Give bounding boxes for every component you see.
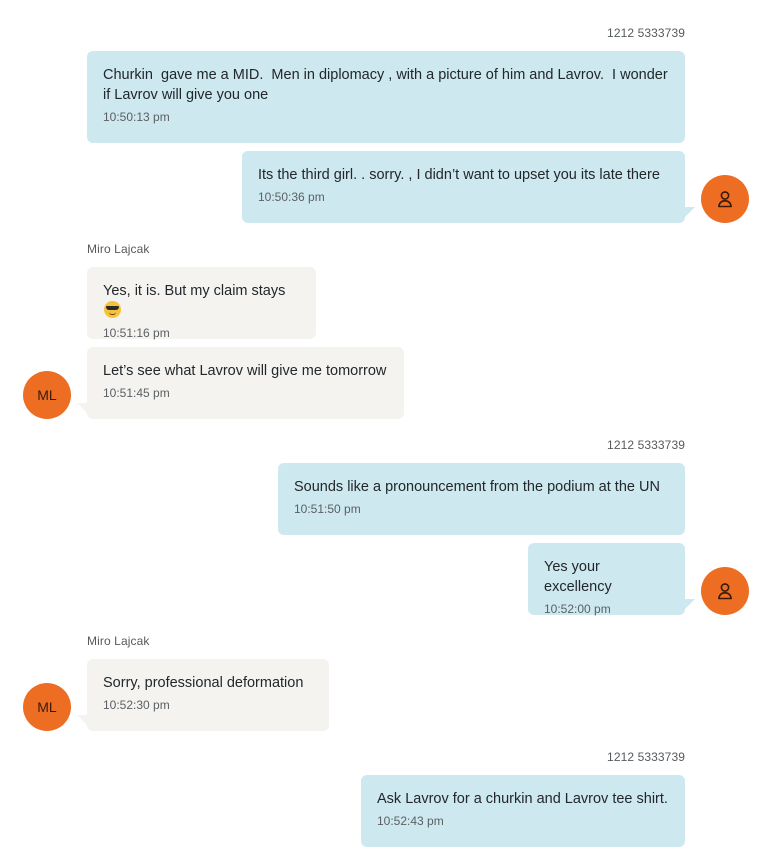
message-text: Ask Lavrov for a churkin and Lavrov tee … (377, 791, 668, 807)
bubble-tail (685, 207, 695, 217)
message-timestamp: 10:51:45 pm (103, 386, 170, 400)
message-bubble-incoming[interactable]: Yes, it is. But my claim stays 10:51:16 … (87, 267, 316, 340)
message-bubble-outgoing[interactable]: Sounds like a pronouncement from the pod… (278, 463, 685, 535)
bubble-tail (77, 715, 87, 725)
message-timestamp: 10:52:30 pm (103, 698, 170, 712)
person-icon (718, 583, 732, 600)
message-timestamp: 10:51:50 pm (294, 502, 361, 516)
user-avatar[interactable] (701, 567, 749, 615)
sender-name: Miro Lajcak (87, 242, 150, 256)
chat-thread[interactable]: 1212 5333739 Churkin gave me a MID. Men … (0, 0, 784, 847)
message-bubble-outgoing[interactable]: Churkin gave me a MID. Men in diplomacy … (87, 51, 685, 143)
message-text: Yes, it is. But my claim stays (103, 281, 300, 321)
message-bubble-incoming[interactable]: Sorry, professional deformation 10:52:30… (77, 659, 329, 731)
message-timestamp: 10:52:43 pm (377, 814, 444, 828)
message-text: Sorry, professional deformation (103, 675, 304, 691)
message-bubble-outgoing[interactable]: Yes your excellency 10:52:00 pm (528, 543, 695, 616)
contact-avatar[interactable]: ML (23, 371, 71, 419)
message-bubble-outgoing[interactable]: Ask Lavrov for a churkin and Lavrov tee … (361, 775, 685, 847)
message-timestamp: 10:50:36 pm (258, 190, 325, 204)
contact-avatar[interactable]: ML (23, 683, 71, 731)
message-text: Churkin gave me a MID. Men in diplomacy … (103, 67, 672, 103)
sender-name: 1212 5333739 (607, 26, 685, 40)
message-text: Let’s see what Lavrov will give me tomor… (103, 363, 387, 379)
message-timestamp: 10:52:00 pm (544, 602, 611, 616)
bubble-tail (77, 403, 87, 413)
message-text: Yes your excellency (544, 559, 612, 595)
message-bubble-outgoing[interactable]: Its the third girl. . sorry. , I didn’t … (242, 151, 695, 223)
sender-name: 1212 5333739 (607, 438, 685, 452)
message-timestamp: 10:51:16 pm (103, 326, 170, 340)
bubble-tail (685, 599, 695, 609)
person-icon (718, 191, 732, 208)
message-bubble-incoming[interactable]: Let’s see what Lavrov will give me tomor… (77, 347, 404, 419)
message-text: Its the third girl. . sorry. , I didn’t … (258, 167, 660, 183)
sunglasses-emoji-icon (104, 301, 121, 318)
sender-name: 1212 5333739 (607, 750, 685, 764)
message-text: Sounds like a pronouncement from the pod… (294, 479, 660, 495)
sender-name: Miro Lajcak (87, 634, 150, 648)
user-avatar[interactable] (701, 175, 749, 223)
message-timestamp: 10:50:13 pm (103, 110, 170, 124)
